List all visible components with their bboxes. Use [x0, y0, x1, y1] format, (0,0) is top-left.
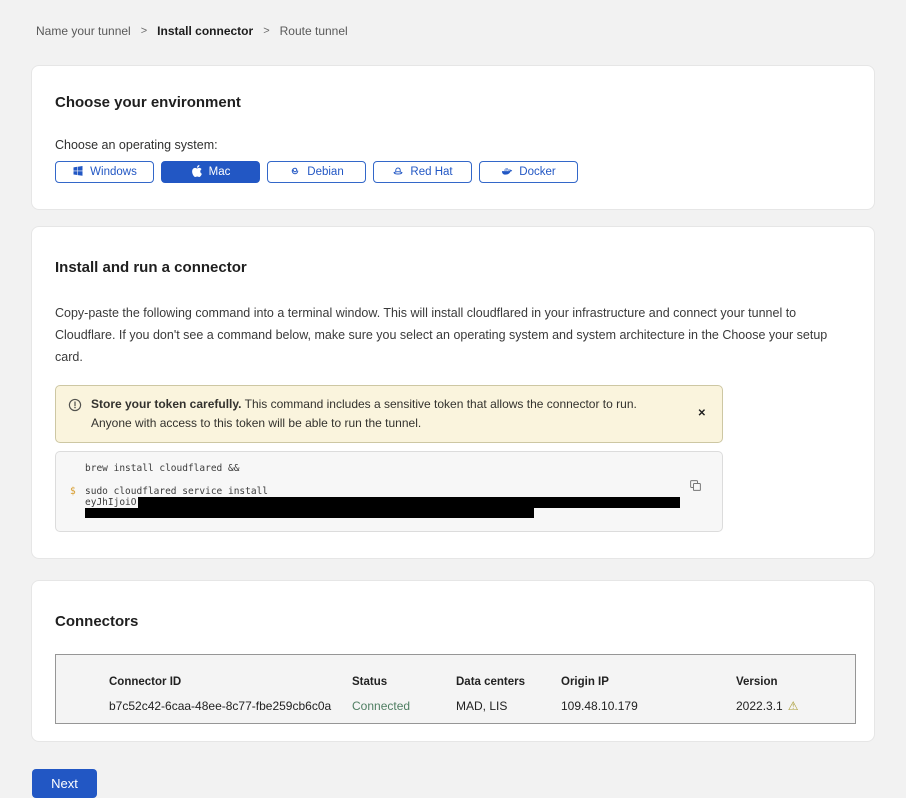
- cell-version: 2022.3.1 ⚠: [736, 699, 856, 713]
- redhat-icon: [392, 165, 404, 180]
- breadcrumb-step-install-connector[interactable]: Install connector: [157, 24, 253, 38]
- os-button-label: Red Hat: [410, 166, 452, 178]
- os-button-redhat[interactable]: Red Hat: [373, 161, 472, 183]
- environment-card: Choose your environment Choose an operat…: [31, 65, 875, 210]
- code-line-sudo: $ sudo cloudflared service install: [56, 486, 722, 497]
- debian-icon: [289, 165, 301, 180]
- header-connector-id: Connector ID: [109, 676, 352, 688]
- shell-prompt: $: [70, 486, 85, 497]
- install-description: Copy-paste the following command into a …: [55, 303, 849, 369]
- redaction-bar: [85, 508, 534, 518]
- os-button-group: Windows Mac Debian Red Hat Docker: [55, 161, 851, 183]
- breadcrumb-step-route-tunnel[interactable]: Route tunnel: [280, 24, 348, 38]
- code-line-token-2: [56, 508, 722, 518]
- os-button-label: Mac: [209, 166, 231, 178]
- header-data-centers: Data centers: [456, 676, 561, 688]
- breadcrumb-separator: >: [141, 25, 147, 37]
- redaction-bar: [138, 497, 680, 508]
- token-warning-banner: Store your token carefully. This command…: [55, 385, 723, 443]
- header-origin-ip: Origin IP: [561, 676, 736, 688]
- os-button-label: Docker: [519, 166, 555, 178]
- install-card-title: Install and run a connector: [55, 259, 851, 276]
- os-button-label: Debian: [307, 166, 343, 178]
- code-line-brew: brew install cloudflared &&: [56, 463, 722, 474]
- token-warning-text: Store your token carefully. This command…: [91, 395, 663, 433]
- breadcrumb-separator: >: [263, 25, 269, 37]
- header-version: Version: [736, 676, 856, 688]
- windows-icon: [72, 165, 84, 180]
- cell-connector-id: b7c52c42-6caa-48ee-8c77-fbe259cb6c0a: [109, 699, 352, 713]
- table-row: b7c52c42-6caa-48ee-8c77-fbe259cb6c0a Con…: [109, 699, 855, 713]
- token-warning-bold: Store your token carefully.: [91, 397, 242, 411]
- docker-icon: [501, 165, 513, 180]
- header-status: Status: [352, 676, 456, 688]
- environment-card-title: Choose your environment: [55, 94, 851, 111]
- os-button-mac[interactable]: Mac: [161, 161, 260, 183]
- install-command-code-block: brew install cloudflared && $ sudo cloud…: [55, 451, 723, 532]
- warning-triangle-icon: ⚠: [788, 700, 799, 712]
- cell-data-centers: MAD, LIS: [456, 699, 561, 713]
- close-icon[interactable]: ✕: [694, 406, 710, 421]
- code-line-token: eyJhIjoiO: [56, 497, 722, 508]
- table-header-row: Connector ID Status Data centers Origin …: [109, 676, 855, 688]
- breadcrumb: Name your tunnel > Install connector > R…: [36, 24, 875, 38]
- os-select-label: Choose an operating system:: [55, 138, 851, 152]
- next-button[interactable]: Next: [32, 769, 97, 798]
- os-button-label: Windows: [90, 166, 137, 178]
- breadcrumb-step-name-tunnel[interactable]: Name your tunnel: [36, 24, 131, 38]
- os-button-debian[interactable]: Debian: [267, 161, 366, 183]
- apple-icon: [191, 165, 203, 180]
- cell-origin-ip: 109.48.10.179: [561, 699, 736, 713]
- status-badge: Connected: [352, 699, 456, 713]
- connectors-card-title: Connectors: [55, 613, 851, 630]
- os-button-docker[interactable]: Docker: [479, 161, 578, 183]
- install-card: Install and run a connector Copy-paste t…: [31, 226, 875, 559]
- os-button-windows[interactable]: Windows: [55, 161, 154, 183]
- connectors-table: Connector ID Status Data centers Origin …: [55, 654, 856, 724]
- info-icon: [68, 398, 82, 417]
- copy-icon[interactable]: [689, 479, 702, 495]
- page: Name your tunnel > Install connector > R…: [0, 0, 906, 798]
- connectors-card: Connectors Connector ID Status Data cent…: [31, 580, 875, 742]
